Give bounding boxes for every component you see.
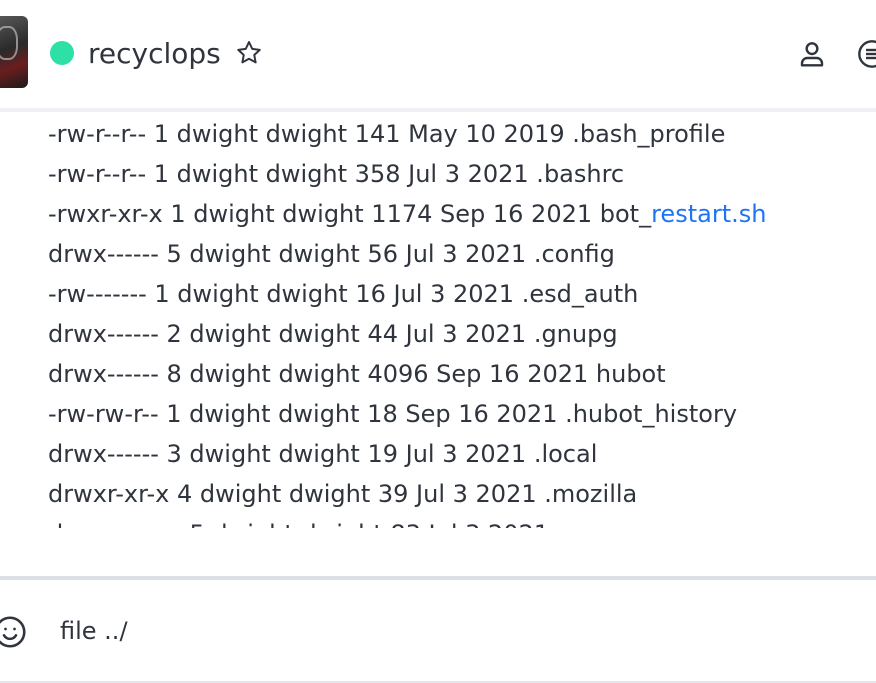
avatar[interactable] [0,16,28,88]
output-line: drwx------ 5 dwight dwight 56 Jul 3 2021… [48,240,615,268]
user-icon[interactable] [796,38,828,70]
kebab-menu-icon[interactable] [856,38,876,70]
output-line: -rw-r--r-- 1 dwight dwight 358 Jul 3 202… [48,160,625,188]
room-name[interactable]: recyclops [88,36,221,72]
output-line: drwxr-xr-x 4 dwight dwight 39 Jul 3 2021… [48,480,638,508]
output-line: -rw-r--r-- 1 dwight dwight 141 May 10 20… [48,120,726,148]
message-input[interactable]: file ../ [60,612,840,650]
output-line: -rw-rw-r-- 1 dwight dwight 18 Sep 16 202… [48,400,738,428]
status-indicator [50,41,74,65]
output-line-text: -rwxr-xr-x 1 dwight dwight 1174 Sep 16 2… [48,200,652,228]
restart-sh-link[interactable]: restart.sh [651,200,766,228]
emoji-icon[interactable] [0,614,28,650]
output-line: drwx------ 8 dwight dwight 4096 Sep 16 2… [48,360,666,388]
message-output: -rw-r--r-- 1 dwight dwight 141 May 10 20… [0,116,876,528]
output-line: drwx------ 2 dwight dwight 44 Jul 3 2021… [48,320,618,348]
output-line: -rw------- 1 dwight dwight 16 Jul 3 2021… [48,280,639,308]
output-line: drwxrwxr-x 5 dwight dwight 83 Jul 3 2021 [48,519,549,528]
star-icon[interactable] [234,38,264,68]
room-header: recyclops [0,0,876,112]
output-line: drwx------ 3 dwight dwight 19 Jul 3 2021… [48,440,598,468]
output-line: -rwxr-xr-x 1 dwight dwight 1174 Sep 16 2… [48,199,766,229]
composer-divider [0,576,876,580]
